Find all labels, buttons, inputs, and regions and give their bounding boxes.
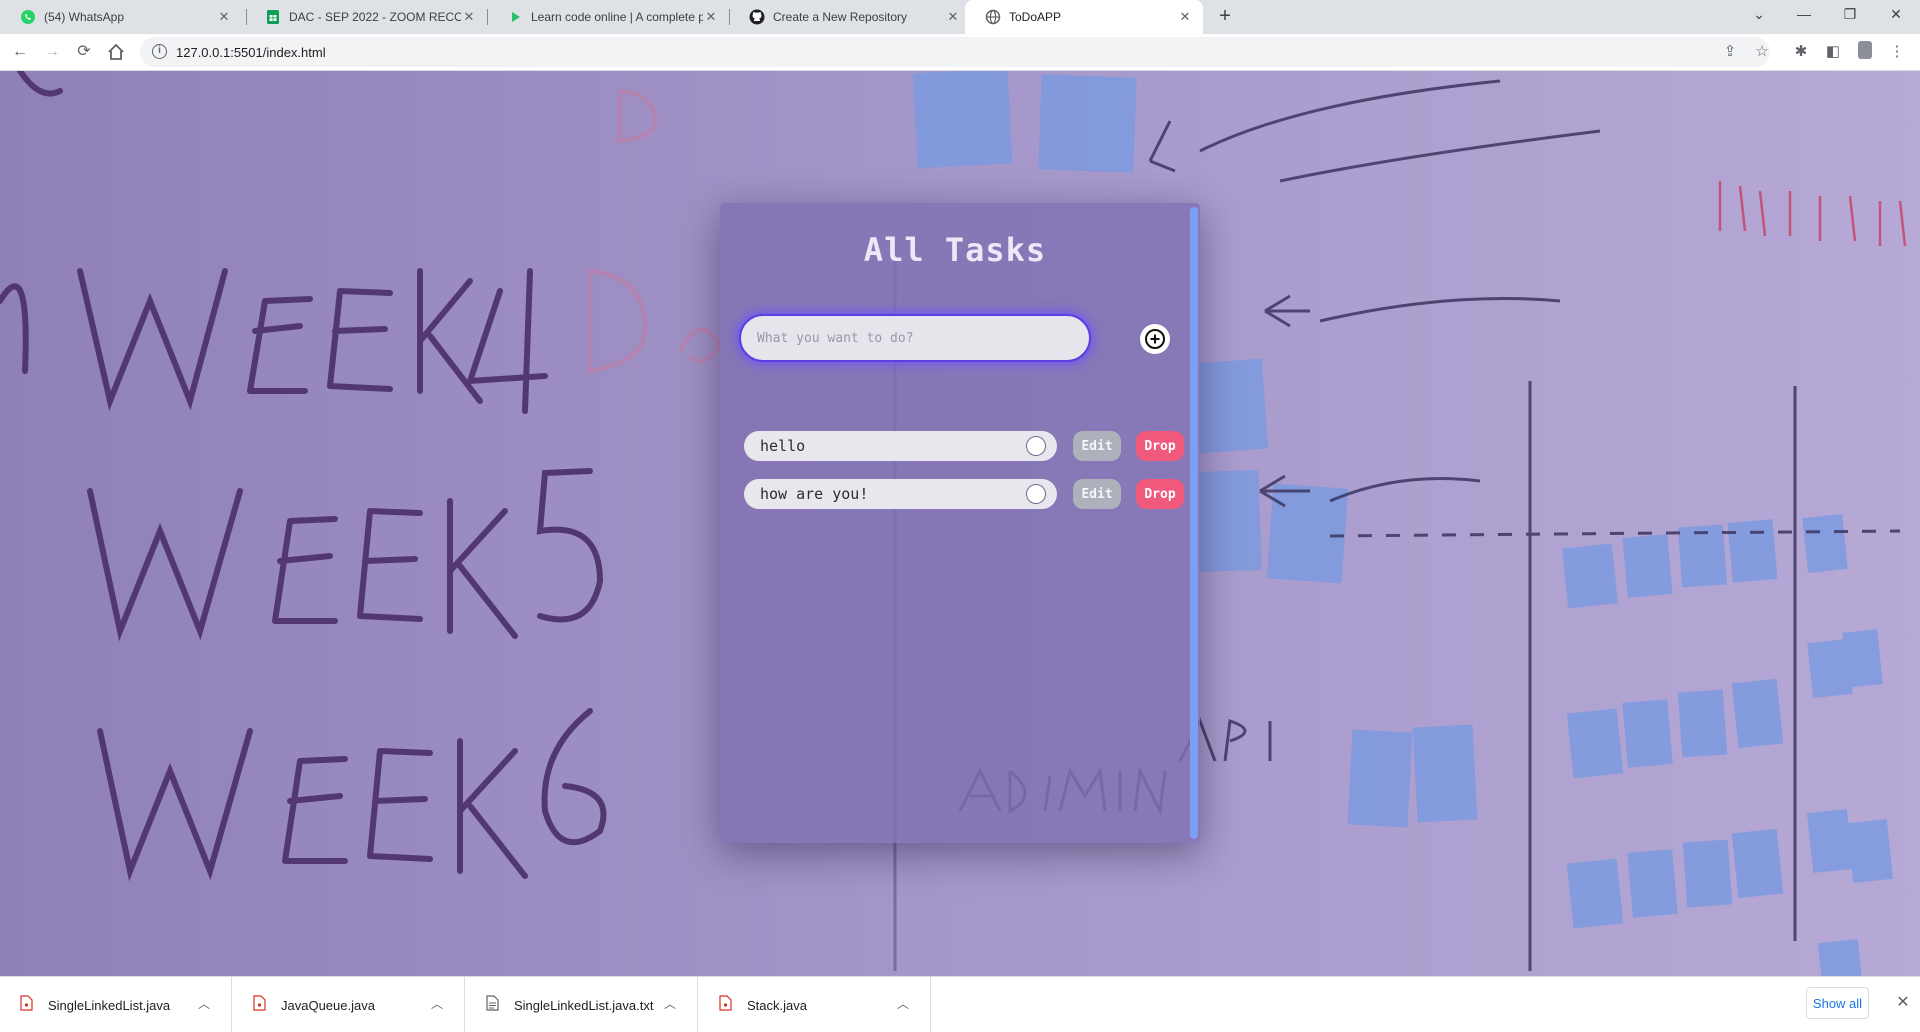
google-sheets-icon (267, 10, 279, 24)
profile-avatar[interactable] (1854, 41, 1876, 63)
edit-button[interactable]: Edit (1073, 479, 1121, 509)
task-pill: hello (744, 431, 1057, 461)
download-item[interactable]: JavaQueue.java ︿ (233, 977, 465, 1032)
window-close-button[interactable]: ✕ (1874, 0, 1918, 30)
task-complete-checkbox[interactable] (1026, 484, 1046, 504)
download-item[interactable]: Stack.java ︿ (699, 977, 931, 1032)
tab-title: DAC - SEP 2022 - ZOOM RECORDINGS (289, 10, 461, 24)
drop-button[interactable]: Drop (1136, 479, 1184, 509)
tab-title: ToDoAPP (1009, 10, 1062, 24)
menu-kebab-icon[interactable]: ⋮ (1886, 41, 1908, 63)
browser-toolbar: ← → ⟳ i 127.0.0.1:5501/index.html ⇪ ☆ ✱ … (0, 34, 1920, 71)
tab-github[interactable]: Create a New Repository ✕ (729, 0, 971, 34)
close-icon[interactable]: ✕ (216, 9, 232, 25)
restore-button[interactable]: ❐ (1828, 0, 1872, 30)
extensions-icon[interactable]: ✱ (1790, 41, 1812, 63)
close-icon[interactable]: ✕ (945, 9, 961, 25)
forward-button[interactable]: → (40, 40, 64, 64)
task-item: hello Edit Drop (744, 431, 1184, 461)
download-filename: SingleLinkedList.java.txt (514, 998, 654, 1013)
file-icon (253, 995, 266, 1011)
chevron-up-icon[interactable]: ︿ (895, 996, 911, 1012)
chevron-up-icon[interactable]: ︿ (429, 996, 445, 1012)
github-icon (749, 9, 765, 25)
side-panel-icon[interactable]: ◧ (1822, 41, 1844, 63)
tab-title: Learn code online | A complete platform (531, 10, 703, 24)
downloads-bar: SingleLinkedList.java ︿ JavaQueue.java ︿… (0, 976, 1920, 1032)
drop-button[interactable]: Drop (1136, 431, 1184, 461)
play-icon (512, 12, 520, 22)
edit-button[interactable]: Edit (1073, 431, 1121, 461)
task-text: hello (760, 437, 806, 455)
address-bar[interactable]: i 127.0.0.1:5501/index.html (140, 37, 1770, 67)
new-tab-button[interactable]: + (1213, 5, 1237, 29)
task-pill: how are you! (744, 479, 1057, 509)
file-icon (719, 995, 732, 1011)
show-all-button[interactable]: Show all (1806, 987, 1869, 1019)
text-file-icon (486, 995, 499, 1011)
reload-button[interactable]: ⟳ (72, 40, 96, 64)
download-item[interactable]: SingleLinkedList.java.txt ︿ (466, 977, 698, 1032)
minimize-button[interactable]: — (1782, 0, 1826, 30)
close-icon[interactable]: ✕ (703, 9, 719, 25)
share-icon[interactable]: ⇪ (1719, 41, 1741, 63)
task-item: how are you! Edit Drop (744, 479, 1184, 509)
home-button[interactable] (106, 42, 126, 62)
chevron-up-icon[interactable]: ︿ (662, 996, 678, 1012)
download-filename: Stack.java (747, 998, 807, 1013)
tab-learn-code[interactable]: Learn code online | A complete platform … (487, 0, 729, 34)
download-item[interactable]: SingleLinkedList.java ︿ (0, 977, 232, 1032)
card-scrollbar[interactable] (1190, 207, 1198, 839)
tab-todoapp[interactable]: ToDoAPP ✕ (965, 0, 1203, 34)
task-complete-checkbox[interactable] (1026, 436, 1046, 456)
task-text: how are you! (760, 485, 869, 503)
file-icon (20, 995, 33, 1011)
close-icon[interactable]: ✕ (1893, 993, 1913, 1013)
globe-icon (985, 9, 1001, 25)
tab-title: (54) WhatsApp (44, 10, 125, 24)
tab-whatsapp[interactable]: (54) WhatsApp ✕ (0, 0, 242, 34)
url-text: 127.0.0.1:5501/index.html (176, 45, 326, 60)
close-icon[interactable]: ✕ (1177, 9, 1193, 25)
tab-search-chevron-icon[interactable]: ⌄ (1737, 0, 1781, 30)
todo-card: All Tasks hello Edit Drop how are you! E… (720, 203, 1200, 843)
task-input[interactable] (739, 314, 1091, 362)
add-task-button[interactable] (1140, 324, 1170, 354)
page-viewport: All Tasks hello Edit Drop how are you! E… (0, 71, 1920, 976)
download-filename: JavaQueue.java (281, 998, 375, 1013)
bookmark-star-icon[interactable]: ☆ (1751, 41, 1773, 63)
tab-title: Create a New Repository (773, 10, 908, 24)
site-info-icon[interactable]: i (152, 44, 167, 59)
back-button[interactable]: ← (8, 40, 32, 64)
plus-circle-icon (1145, 329, 1165, 349)
tab-dac-zoom[interactable]: DAC - SEP 2022 - ZOOM RECORDINGS ✕ (245, 0, 487, 34)
chevron-up-icon[interactable]: ︿ (196, 996, 212, 1012)
page-title: All Tasks (863, 231, 1047, 269)
close-icon[interactable]: ✕ (461, 9, 477, 25)
whatsapp-icon (21, 10, 35, 24)
tab-strip: (54) WhatsApp ✕ DAC - SEP 2022 - ZOOM RE… (0, 0, 1920, 34)
download-filename: SingleLinkedList.java (48, 998, 171, 1013)
